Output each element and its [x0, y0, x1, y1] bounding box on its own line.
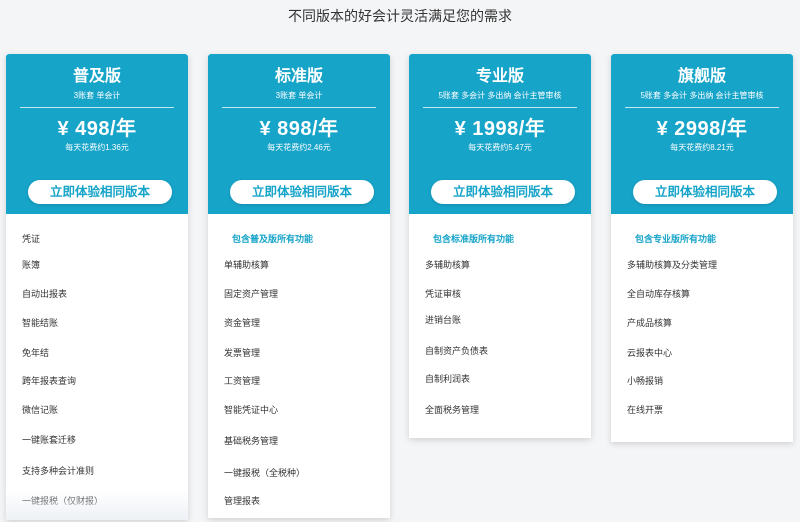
plan-price: ¥ 1998/年	[454, 118, 546, 140]
feature-item: 全自动库存核算	[627, 289, 691, 299]
plan-price: ¥ 2998/年	[656, 118, 748, 140]
plan-subtitle: 5账套 多会计 多出纳 会计主管审核	[640, 91, 764, 100]
includes-label: 包含普及版所有功能	[232, 234, 314, 244]
plan-card-basic: 普及版 3账套 单会计 ¥ 498/年 每天花费约1.36元 立即体验相同版本 …	[6, 54, 188, 520]
plan-per-day: 每天花费约2.46元	[267, 143, 331, 152]
feature-item: 自动出报表	[22, 289, 68, 299]
plan-price: ¥ 498/年	[57, 118, 137, 140]
feature-item: 全面税务管理	[425, 405, 480, 415]
feature-item: 智能结账	[22, 318, 59, 328]
plan-card-professional: 专业版 5账套 多会计 多出纳 会计主管审核 ¥ 1998/年 每天花费约5.4…	[409, 54, 591, 438]
plan-header: 旗舰版 5账套 多会计 多出纳 会计主管审核 ¥ 2998/年 每天花费约8.2…	[611, 54, 793, 214]
feature-item: 支持多种会计准则	[22, 466, 95, 476]
plan-subtitle: 5账套 多会计 多出纳 会计主管审核	[438, 91, 562, 100]
feature-item: 凭证审核	[425, 289, 462, 299]
try-plan-button[interactable]: 立即体验相同版本	[633, 180, 777, 204]
plan-name: 标准版	[274, 68, 323, 85]
plan-name: 旗舰版	[677, 68, 726, 85]
plan-per-day: 每天花费约5.47元	[468, 143, 532, 152]
includes-label: 包含专业版所有功能	[635, 234, 717, 244]
divider	[423, 107, 577, 108]
divider	[625, 107, 779, 108]
feature-item: 发票管理	[224, 348, 261, 358]
divider	[222, 107, 376, 108]
feature-item: 进销台账	[425, 315, 462, 325]
plan-subtitle: 3账套 单会计	[275, 91, 323, 100]
feature-item: 资金管理	[224, 318, 261, 328]
feature-item: 自制资产负债表	[425, 346, 489, 356]
plan-card-standard: 标准版 3账套 单会计 ¥ 898/年 每天花费约2.46元 立即体验相同版本 …	[208, 54, 390, 518]
feature-item: 多辅助核算	[425, 260, 471, 270]
feature-item: 智能凭证中心	[224, 405, 279, 415]
plan-per-day: 每天花费约1.36元	[65, 143, 129, 152]
feature-item: 账簿	[22, 260, 41, 270]
feature-item: 工资管理	[224, 376, 261, 386]
feature-item: 多辅助核算及分类管理	[627, 260, 718, 270]
feature-item: 一键报税（全税种）	[224, 468, 306, 478]
feature-item: 一键账套迁移	[22, 435, 77, 445]
feature-item: 基础税务管理	[224, 436, 279, 446]
page-title: 不同版本的好会计灵活满足您的需求	[288, 8, 512, 24]
plan-card-flagship: 旗舰版 5账套 多会计 多出纳 会计主管审核 ¥ 2998/年 每天花费约8.2…	[611, 54, 793, 442]
plan-subtitle: 3账套 单会计	[73, 91, 121, 100]
plan-header: 专业版 5账套 多会计 多出纳 会计主管审核 ¥ 1998/年 每天花费约5.4…	[409, 54, 591, 214]
feature-item: 在线开票	[627, 405, 664, 415]
feature-item: 微信记账	[22, 405, 59, 415]
feature-item: 自制利润表	[425, 374, 471, 384]
plan-header: 普及版 3账套 单会计 ¥ 498/年 每天花费约1.36元 立即体验相同版本	[6, 54, 188, 214]
feature-item: 固定资产管理	[224, 289, 279, 299]
feature-item: 跨年报表查询	[22, 376, 77, 386]
feature-item: 一键报税（仅财报）	[22, 496, 104, 506]
feature-item: 凭证	[22, 234, 41, 244]
feature-item: 免年结	[22, 348, 50, 358]
feature-item: 单辅助核算	[224, 260, 270, 270]
try-plan-button[interactable]: 立即体验相同版本	[431, 180, 575, 204]
feature-item: 管理报表	[224, 496, 261, 506]
feature-item: 产成品核算	[627, 318, 673, 328]
feature-item: 云报表中心	[627, 348, 673, 358]
divider	[20, 107, 174, 108]
plan-per-day: 每天花费约8.21元	[670, 143, 734, 152]
plan-name: 专业版	[475, 68, 524, 85]
includes-label: 包含标准版所有功能	[433, 234, 515, 244]
plan-name: 普及版	[72, 68, 121, 85]
feature-item: 小畅报销	[627, 376, 664, 386]
plan-price: ¥ 898/年	[259, 118, 339, 140]
try-plan-button[interactable]: 立即体验相同版本	[28, 180, 172, 204]
try-plan-button[interactable]: 立即体验相同版本	[230, 180, 374, 204]
plan-header: 标准版 3账套 单会计 ¥ 898/年 每天花费约2.46元 立即体验相同版本	[208, 54, 390, 214]
